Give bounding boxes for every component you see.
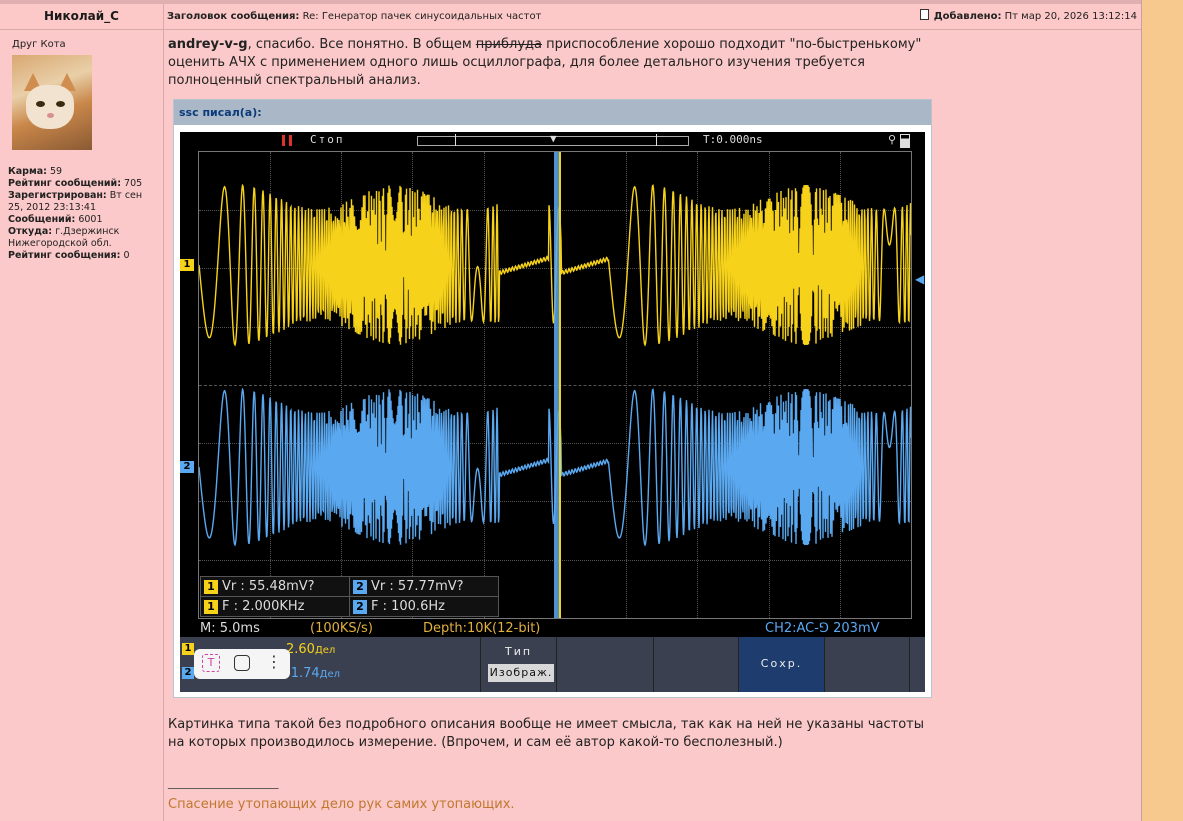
waveform-traces (199, 152, 911, 618)
karma-row: Карма: 59 (8, 166, 156, 178)
ch2-f-value: F : 100.6Hz (371, 599, 445, 614)
registered-label: Зарегистрирован: (8, 190, 107, 201)
scope-softkey-bar: 1 2 2.60Дел -1.74Дел T ⋮ Тип Изображ. Со… (180, 637, 925, 692)
ch1-offset-unit: Дел (314, 645, 336, 656)
usb-icon: ⚲ (888, 133, 897, 146)
trigger-level-icon[interactable]: ◀ (915, 272, 924, 286)
trigger-position: ▼ (550, 132, 557, 145)
rating2-value: 0 (123, 250, 130, 261)
karma-label: Карма: (8, 166, 47, 177)
scope-top-bar: Стоп ▼ T:0.000ns ⚲ (180, 132, 925, 150)
battery-icon (900, 134, 910, 148)
trigger-marker-line-yellow (559, 152, 561, 618)
cat-eye-left (36, 101, 45, 107)
ch2-vr-value: Vr : 57.77mV? (371, 579, 464, 594)
signature-motto: Спасение утопающих дело рук самих утопаю… (168, 797, 515, 812)
ch1-offset-value: 2.60Дел (286, 642, 335, 657)
softkey-5[interactable] (824, 637, 909, 692)
cat-eye-right (56, 101, 65, 107)
author-name[interactable]: Николай_С (0, 4, 164, 29)
from-label: Откуда: (8, 226, 53, 237)
post-footer-text: Картинка типа такой без подробного описа… (168, 717, 925, 750)
softkey-3[interactable] (653, 637, 738, 692)
karma-value[interactable]: 59 (50, 166, 62, 177)
avatar (12, 55, 92, 150)
post-header: Николай_С Заголовок сообщения: Re: Генер… (0, 4, 1141, 30)
ch2-tag: 2 (353, 599, 367, 614)
user-rank: Друг Кота (12, 39, 66, 50)
text-select-icon[interactable]: T (202, 654, 220, 672)
message-text-1: , спасибо. Все понятно. В общем (247, 37, 476, 52)
ch1-f-readout: 1 F : 2.000KHz (200, 596, 350, 617)
ch2-offset-number: -1.74 (286, 666, 320, 681)
pause-icon (282, 135, 292, 146)
ch2-tag: 2 (353, 579, 367, 594)
ch1-marker[interactable]: 1 (180, 259, 194, 271)
mentioned-user: andrey-v-g (168, 37, 248, 52)
ch1-vr-value: Vr : 55.48mV? (222, 579, 315, 594)
ch1-tag: 1 (204, 579, 218, 594)
posts-value: 6001 (78, 214, 103, 225)
softkey-6[interactable] (909, 637, 925, 692)
type-label: Тип (504, 645, 533, 658)
subject-text: Re: Генератор пачек синусоидальных часто… (302, 11, 542, 22)
channel-offset-panel: 1 2 2.60Дел -1.74Дел T ⋮ (180, 637, 400, 692)
added-label: Добавлено: (933, 11, 1002, 22)
oscilloscope-screenshot: Стоп ▼ T:0.000ns ⚲ 1 2 ◀ 1 Vr: 55.48mV?… (180, 132, 925, 692)
trigger-time: T:0.000ns (703, 133, 763, 146)
message-body: andrey-v-g, спасибо. Все понятно. В обще… (168, 36, 938, 90)
lens-icon[interactable] (234, 655, 250, 671)
ch1-offset-tag: 1 (182, 643, 194, 655)
save-label: Сохр. (760, 657, 803, 670)
ch2-f-readout: 2 F : 100.6Hz (349, 596, 499, 617)
floating-toolbar: T ⋮ (194, 649, 290, 679)
ch1-f-value: F : 2.000KHz (222, 599, 305, 614)
ch1-vr-readout: 1 Vr : 55.48mV? (200, 576, 350, 597)
memory-depth: Depth:10K(12-bit) (423, 621, 541, 636)
author-column: Друг Кота Карма: 59 Рейтинг сообщений: 7… (0, 30, 164, 821)
type-softkey[interactable]: Тип Изображ. (480, 637, 556, 692)
added-date: Пт мар 20, 2026 13:12:14 (1004, 11, 1137, 22)
post-subject: Заголовок сообщения: Re: Генератор пачек… (167, 4, 541, 29)
quote-block: ssc писал(а): Стоп ▼ T:0.000ns ⚲ 1 2 ◀ 1… (173, 99, 932, 698)
ch2-offset-unit: Дел (319, 669, 340, 680)
scope-grid (198, 151, 912, 619)
signature-separator: _________________ (168, 775, 279, 790)
rating2-label: Рейтинг сообщения: (8, 250, 121, 261)
rating-value: 705 (124, 178, 143, 189)
posts-row: Сообщений: 6001 (8, 214, 156, 226)
ch1-offset-number: 2.60 (286, 642, 315, 657)
user-profile: Карма: 59 Рейтинг сообщений: 705 Зарегис… (8, 166, 156, 262)
quote-header: ssc писал(а): (174, 100, 931, 125)
registered-row: Зарегистрирован: Вт сен 25, 2012 23:13:4… (8, 190, 156, 214)
run-state: Стоп (310, 133, 345, 146)
sample-rate: (100KS/s) (310, 621, 373, 636)
rating-row: Рейтинг сообщений: 705 (8, 178, 156, 190)
ch2-offset-tag: 2 (182, 667, 194, 679)
trigger-setting: CH2:AC-⅁ 203mV (765, 621, 880, 636)
timebase: M: 5.0ms (200, 621, 260, 636)
from-row: Откуда: г.Дзержинск Нижегородской обл. (8, 226, 156, 250)
ch2-offset-value: -1.74Дел (286, 666, 340, 681)
rating-label: Рейтинг сообщений: (8, 178, 121, 189)
rating2-row: Рейтинг сообщения: 0 (8, 250, 156, 262)
more-menu-icon[interactable]: ⋮ (266, 652, 282, 672)
struck-word: приблуда (475, 37, 542, 52)
cat-face (26, 85, 74, 129)
image-button[interactable]: Изображ. (488, 664, 554, 682)
subject-label: Заголовок сообщения: (167, 11, 300, 22)
ch2-vr-readout: 2 Vr : 57.77mV? (349, 576, 499, 597)
cat-nose (47, 113, 54, 118)
ch2-marker[interactable]: 2 (180, 461, 194, 473)
softkey-2[interactable] (556, 637, 653, 692)
posts-label: Сообщений: (8, 214, 76, 225)
post-icon[interactable] (919, 9, 929, 20)
forum-post: Николай_С Заголовок сообщения: Re: Генер… (0, 0, 1142, 821)
post-date: Добавлено: Пт мар 20, 2026 13:12:14 (919, 4, 1137, 29)
ch1-tag: 1 (204, 599, 218, 614)
scope-status-bar: M: 5.0ms (100KS/s) Depth:10K(12-bit) CH2… (180, 621, 925, 637)
save-softkey[interactable]: Сохр. (738, 637, 824, 692)
